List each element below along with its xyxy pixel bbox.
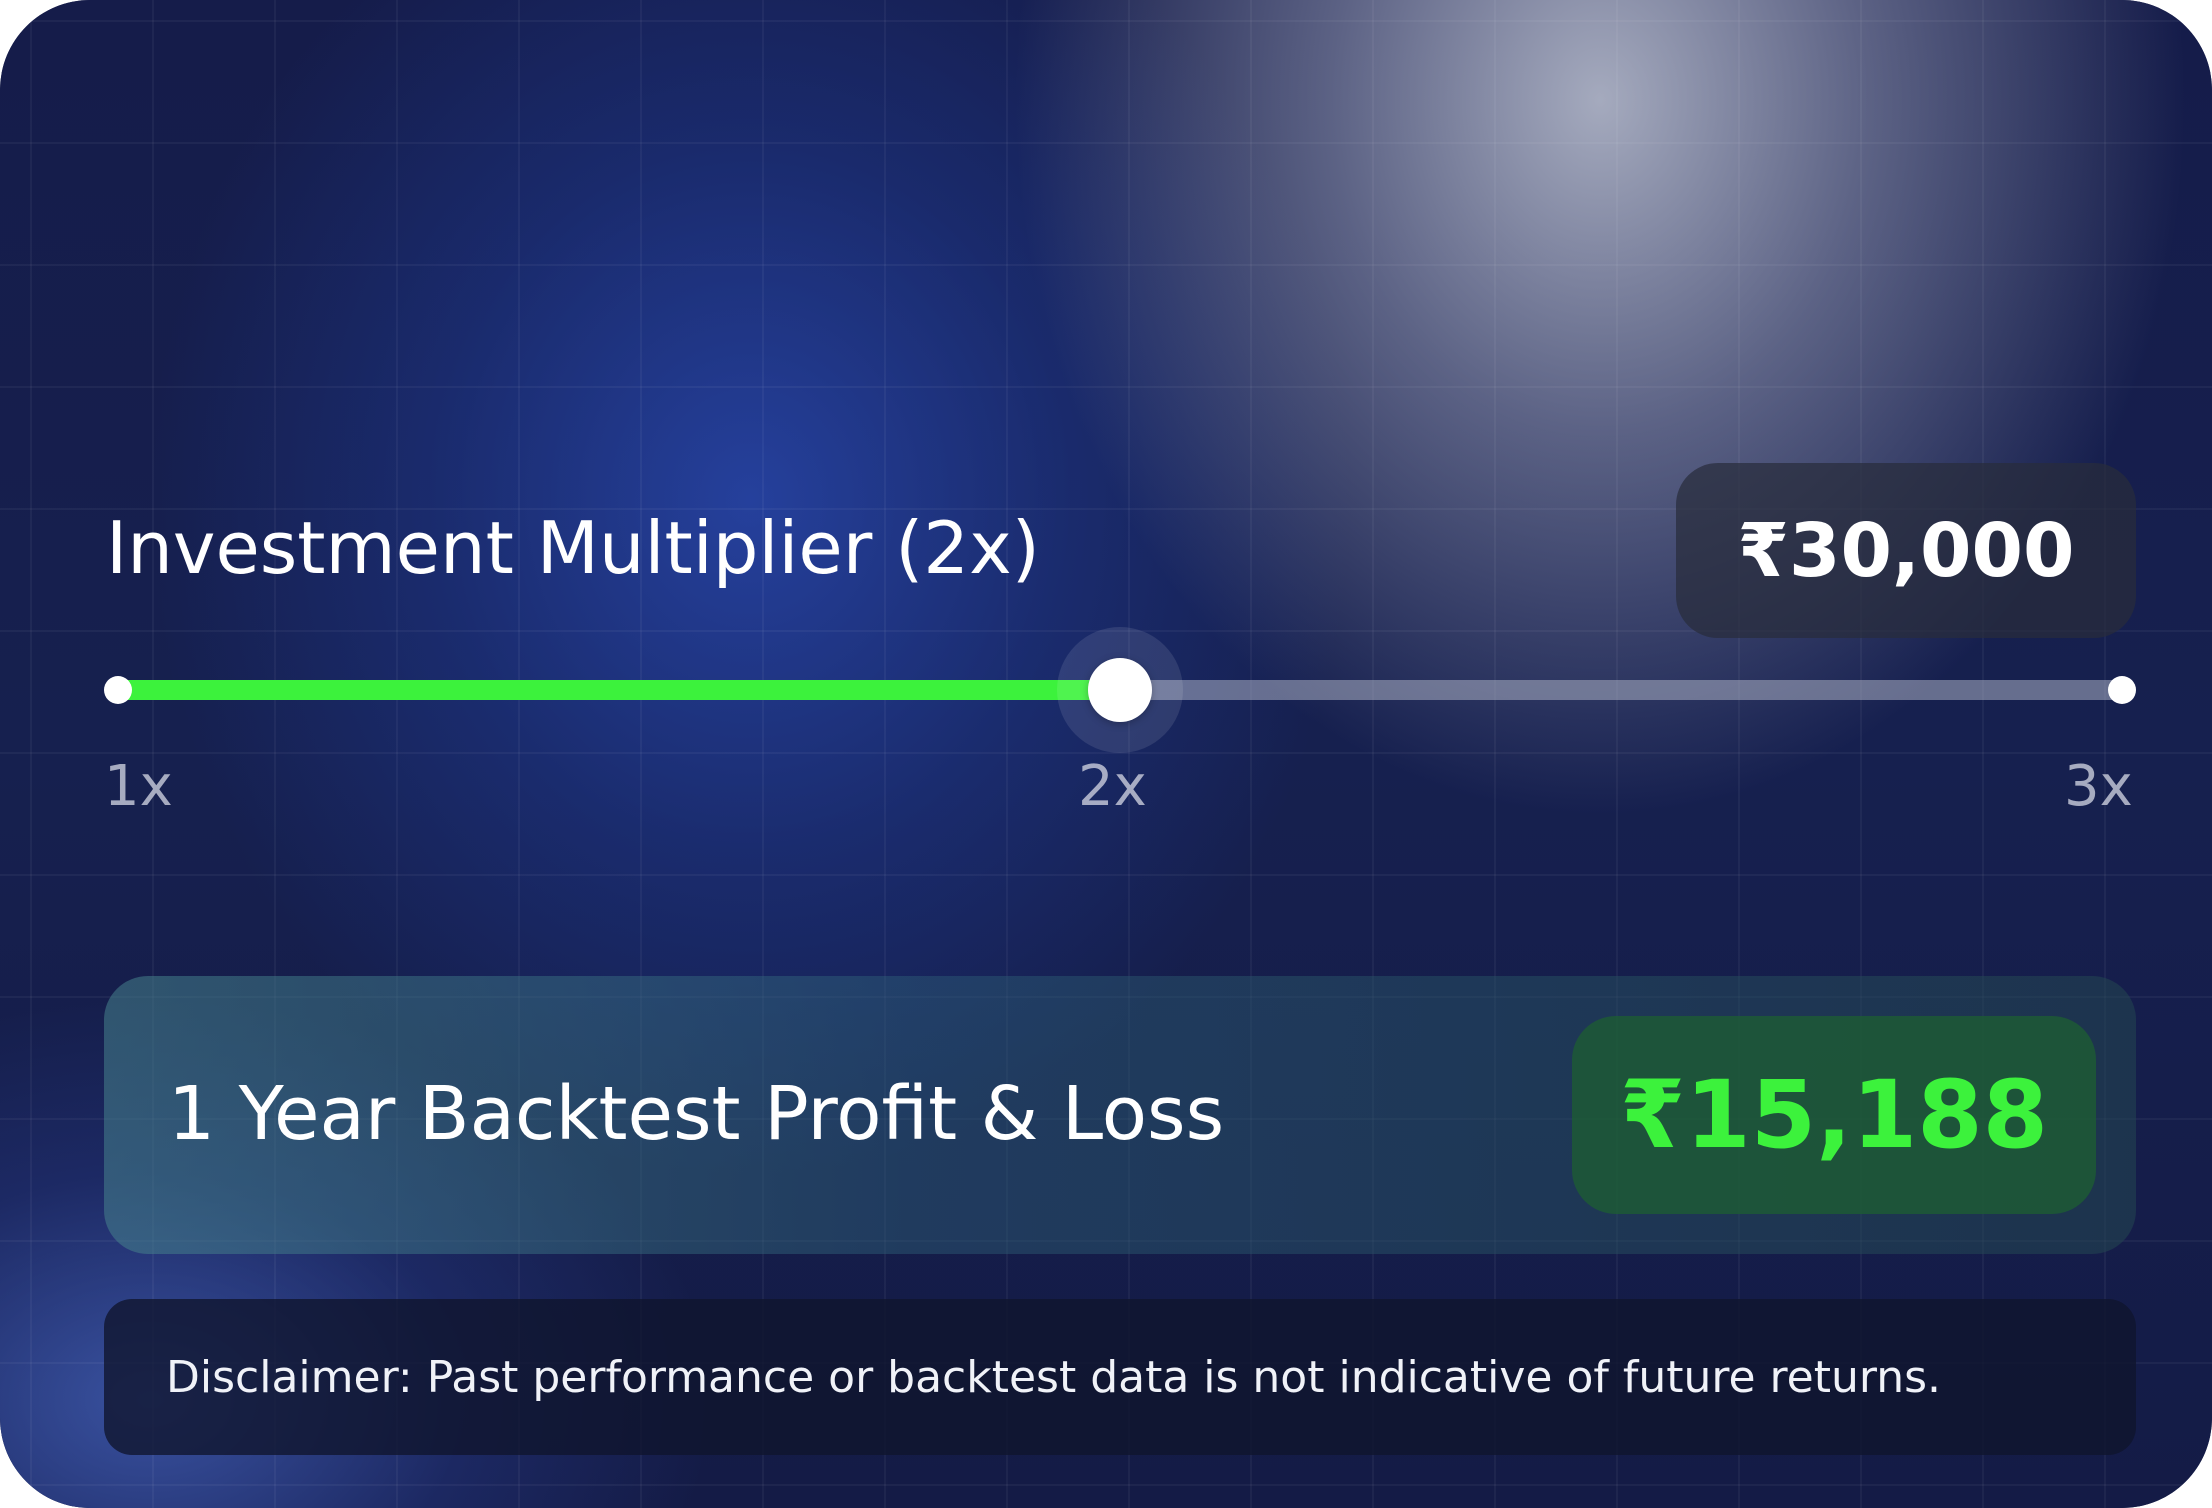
slider-start-dot [104,676,132,704]
investment-amount-badge: ₹30,000 [1676,463,2136,638]
backtest-pnl-value: ₹15,188 [1572,1016,2096,1214]
slider-max-label: 3x [2064,754,2133,819]
slider-track-fill [118,680,1120,700]
slider-min-label: 1x [104,754,173,819]
backtest-pnl-label: 1 Year Backtest Profit & Loss [168,1071,1225,1157]
disclaimer-banner: Disclaimer: Past performance or backtest… [104,1299,2136,1455]
slider-thumb[interactable] [1088,658,1152,722]
slider-end-dot [2108,676,2136,704]
investment-card: Investment Multiplier (2x) ₹30,000 1x 2x… [0,0,2212,1508]
multiplier-label: Investment Multiplier (2x) [106,506,1040,590]
slider-mid-label: 2x [1078,754,1147,819]
